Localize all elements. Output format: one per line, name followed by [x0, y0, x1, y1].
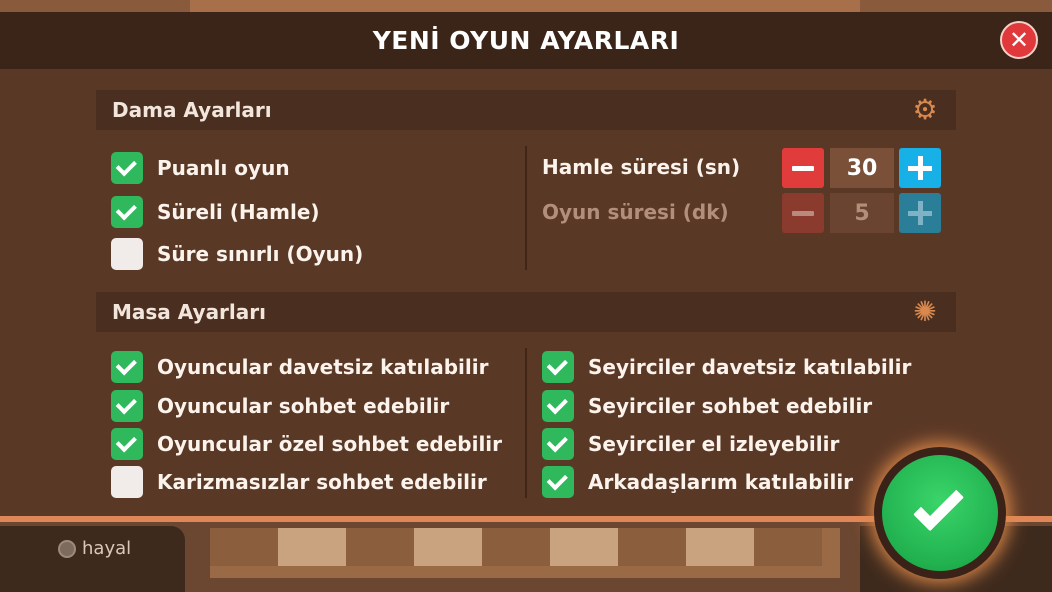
option-time-limited-game[interactable]: Süre sınırlı (Oyun): [111, 238, 363, 270]
option-label: Arkadaşlarım katılabilir: [588, 470, 854, 494]
column-divider: [525, 146, 527, 270]
option-players-chat[interactable]: Oyuncular sohbet edebilir: [111, 390, 449, 422]
checkbox-unchecked[interactable]: [111, 238, 143, 270]
board-cell: [346, 528, 414, 566]
option-label: Seyirciler el izleyebilir: [588, 432, 840, 456]
board-cell: [278, 528, 346, 566]
board-cell: [686, 528, 754, 566]
board-cell: [550, 528, 618, 566]
checkmark-icon: [913, 480, 965, 532]
game-time-decrease-button[interactable]: [782, 193, 824, 233]
column-divider: [525, 348, 527, 498]
checkbox-checked[interactable]: [542, 466, 574, 498]
dialog-title: YENİ OYUN AYARLARI: [372, 26, 680, 55]
option-label: Oyuncular özel sohbet edebilir: [157, 432, 503, 456]
confirm-button[interactable]: [882, 455, 998, 571]
option-label: Puanlı oyun: [157, 156, 290, 180]
checkbox-checked[interactable]: [542, 390, 574, 422]
game-time-value: 5: [830, 193, 894, 233]
board-cell: [414, 528, 482, 566]
move-time-value: 30: [830, 148, 894, 188]
option-label: Seyirciler davetsiz katılabilir: [588, 355, 912, 379]
option-label: Süre sınırlı (Oyun): [157, 242, 364, 266]
option-friends-join[interactable]: Arkadaşlarım katılabilir: [542, 466, 853, 498]
player-username: hayal: [82, 538, 132, 559]
section-title: Dama Ayarları: [112, 98, 272, 122]
background-player-name: hayal: [58, 538, 131, 559]
game-time-increase-button[interactable]: [899, 193, 941, 233]
checkbox-checked[interactable]: [542, 428, 574, 460]
move-time-label: Hamle süresi (sn): [542, 155, 741, 179]
close-button[interactable]: ✕: [1000, 21, 1038, 59]
option-players-join-uninvited[interactable]: Oyuncular davetsiz katılabilir: [111, 351, 488, 383]
option-spectators-join-uninvited[interactable]: Seyirciler davetsiz katılabilir: [542, 351, 911, 383]
checkbox-checked[interactable]: [111, 196, 143, 228]
background-top-strip: [0, 0, 1052, 12]
table-settings-icon[interactable]: ✺: [910, 298, 940, 328]
dama-settings-section-header: Dama Ayarları ⚙: [96, 90, 956, 130]
option-players-private-chat[interactable]: Oyuncular özel sohbet edebilir: [111, 428, 502, 460]
background-player-panel: [0, 526, 185, 592]
option-label: Oyuncular davetsiz katılabilir: [157, 355, 489, 379]
plus-icon: [908, 156, 932, 180]
player-status-icon: [58, 539, 76, 558]
move-time-increase-button[interactable]: [899, 148, 941, 188]
option-spectators-watch-hand[interactable]: Seyirciler el izleyebilir: [542, 428, 839, 460]
option-timed-move[interactable]: Süreli (Hamle): [111, 196, 320, 228]
checkbox-checked[interactable]: [111, 351, 143, 383]
close-icon: ✕: [1008, 26, 1030, 54]
minus-icon: [792, 210, 814, 216]
board-cell: [754, 528, 822, 566]
checkbox-checked[interactable]: [542, 351, 574, 383]
background-top-board: [190, 0, 860, 12]
board-cell: [618, 528, 686, 566]
option-label: Oyuncular sohbet edebilir: [157, 394, 450, 418]
gear-icon[interactable]: ⚙: [910, 96, 940, 126]
new-game-settings-dialog: YENİ OYUN AYARLARI ✕ Dama Ayarları ⚙ Pua…: [0, 12, 1052, 522]
board-cell: [482, 528, 550, 566]
dialog-header: YENİ OYUN AYARLARI ✕: [0, 12, 1052, 69]
option-label: Süreli (Hamle): [157, 200, 320, 224]
background-board: [210, 528, 840, 578]
checkbox-checked[interactable]: [111, 152, 143, 184]
plus-icon: [908, 201, 932, 225]
option-label: Karizmasızlar sohbet edebilir: [157, 470, 487, 494]
masa-settings-section-header: Masa Ayarları ✺: [96, 292, 956, 332]
checkbox-checked[interactable]: [111, 390, 143, 422]
option-rated-game[interactable]: Puanlı oyun: [111, 152, 290, 184]
checkbox-unchecked[interactable]: [111, 466, 143, 498]
checkbox-checked[interactable]: [111, 428, 143, 460]
minus-icon: [792, 165, 814, 171]
option-uncharismatic-chat[interactable]: Karizmasızlar sohbet edebilir: [111, 466, 487, 498]
board-cell: [210, 528, 278, 566]
game-time-label: Oyun süresi (dk): [542, 200, 729, 224]
option-label: Seyirciler sohbet edebilir: [588, 394, 873, 418]
move-time-decrease-button[interactable]: [782, 148, 824, 188]
section-title: Masa Ayarları: [112, 300, 266, 324]
option-spectators-chat[interactable]: Seyirciler sohbet edebilir: [542, 390, 872, 422]
